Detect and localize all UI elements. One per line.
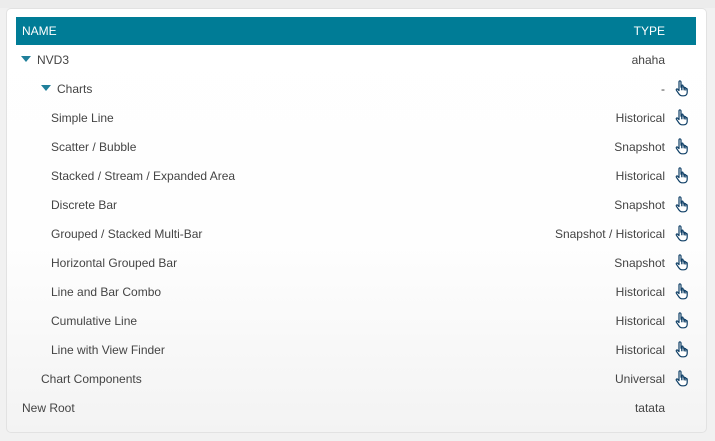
row-label: Horizontal Grouped Bar	[51, 256, 178, 270]
tree-row[interactable]: Simple Line Historical	[16, 103, 696, 132]
tree-row[interactable]: Chart Components Universal	[16, 364, 696, 393]
tree-row[interactable]: Cumulative Line Historical	[16, 306, 696, 335]
tree-row[interactable]: Grouped / Stacked Multi-Bar Snapshot / Hi…	[16, 219, 696, 248]
row-type: ahaha	[631, 53, 665, 67]
pointing-hand-icon[interactable]	[675, 370, 691, 387]
row-label: Scatter / Bubble	[51, 140, 137, 154]
tree-row[interactable]: Scatter / Bubble Snapshot	[16, 132, 696, 161]
tree-row[interactable]: NVD3 ahaha	[16, 45, 696, 74]
row-type: Universal	[614, 372, 665, 386]
pointing-hand-icon[interactable]	[675, 167, 691, 184]
pointing-hand-icon[interactable]	[675, 109, 691, 126]
row-label: Stacked / Stream / Expanded Area	[51, 169, 236, 183]
row-label: Cumulative Line	[51, 314, 138, 328]
row-label: Grouped / Stacked Multi-Bar	[51, 227, 203, 241]
row-type: Snapshot	[614, 140, 665, 154]
header-name: NAME	[22, 24, 57, 38]
row-label: Line and Bar Combo	[51, 285, 162, 299]
row-label: New Root	[22, 401, 75, 415]
row-type: Snapshot	[614, 198, 665, 212]
pointing-hand-icon[interactable]	[675, 196, 691, 213]
row-type: Historical	[615, 314, 665, 328]
row-label: Discrete Bar	[51, 198, 118, 212]
tree-rows: NVD3 ahaha Charts - Simple Line Historical Sca…	[16, 45, 696, 422]
tree-row[interactable]: Horizontal Grouped Bar Snapshot	[16, 248, 696, 277]
tree-row[interactable]: Line with View Finder Historical	[16, 335, 696, 364]
tree-row[interactable]: Charts -	[16, 74, 696, 103]
tree-row[interactable]: Line and Bar Combo Historical	[16, 277, 696, 306]
pointing-hand-icon[interactable]	[675, 312, 691, 329]
row-type: tatata	[634, 401, 665, 415]
row-type: Snapshot / Historical	[554, 227, 665, 241]
pointing-hand-icon[interactable]	[675, 138, 691, 155]
tree-row[interactable]: Discrete Bar Snapshot	[16, 190, 696, 219]
pointing-hand-icon[interactable]	[675, 283, 691, 300]
row-type: Historical	[615, 111, 665, 125]
row-type: Historical	[615, 343, 665, 357]
pointing-hand-icon[interactable]	[675, 341, 691, 358]
row-label: Chart Components	[41, 372, 142, 386]
row-label: Charts	[57, 82, 93, 96]
pointing-hand-icon[interactable]	[675, 225, 691, 242]
row-type: Historical	[615, 285, 665, 299]
row-label: Simple Line	[51, 111, 114, 125]
row-label: Line with View Finder	[51, 343, 165, 357]
row-type: -	[661, 82, 665, 96]
caret-down-icon[interactable]	[41, 85, 51, 91]
row-type: Historical	[615, 169, 665, 183]
row-label: NVD3	[37, 53, 70, 67]
row-type: Snapshot	[614, 256, 665, 270]
pointing-hand-icon[interactable]	[675, 254, 691, 271]
table-header: NAME TYPE	[16, 17, 696, 45]
tree-row[interactable]: New Root tatata	[16, 393, 696, 422]
header-type: TYPE	[633, 24, 665, 38]
tree-row[interactable]: Stacked / Stream / Expanded Area Historic…	[16, 161, 696, 190]
pointing-hand-icon[interactable]	[675, 80, 691, 97]
top-strip	[0, 0, 715, 8]
caret-down-icon[interactable]	[21, 56, 31, 62]
